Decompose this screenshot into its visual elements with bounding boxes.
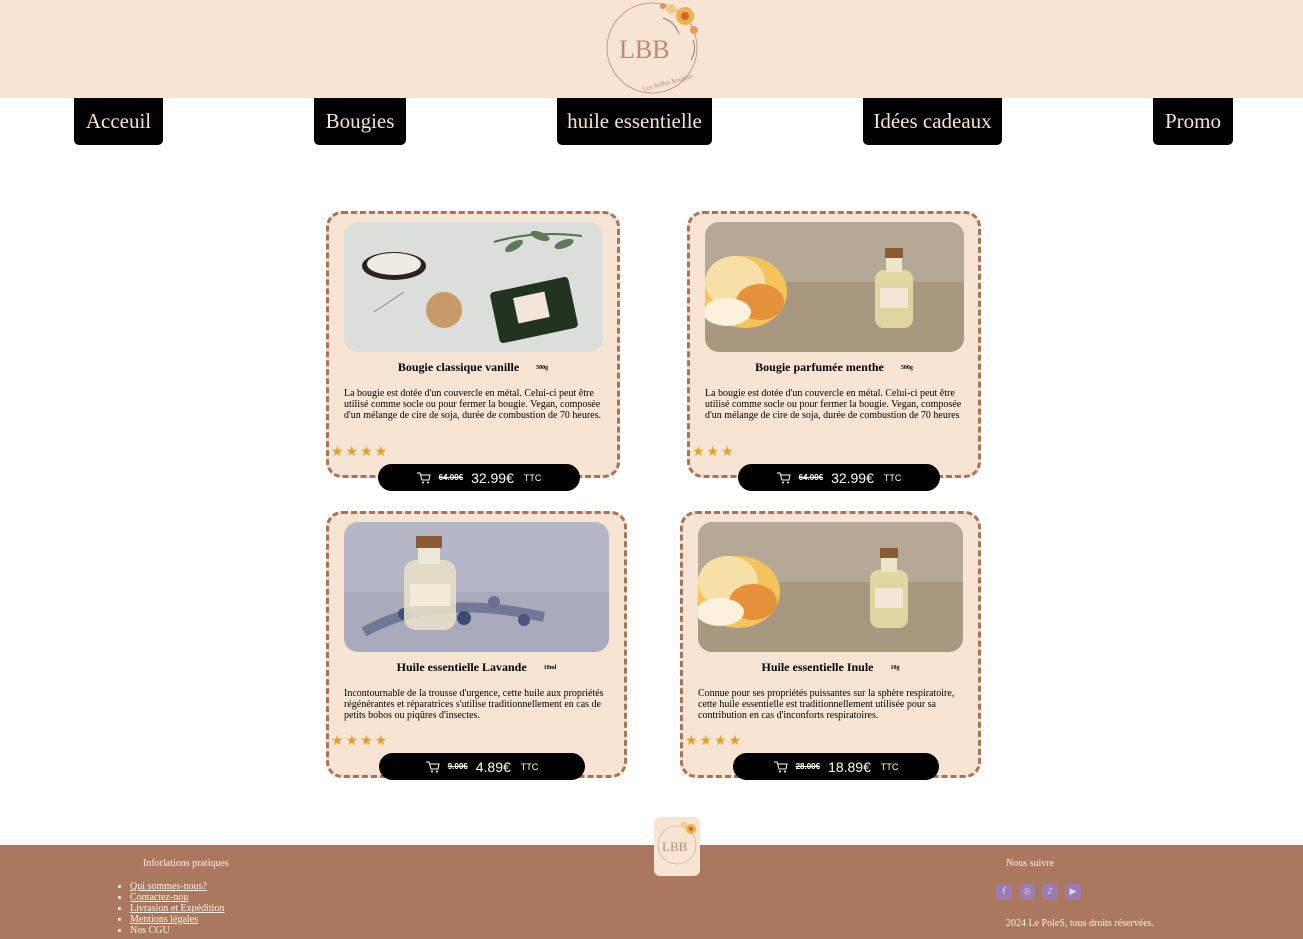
footer-link-cgu[interactable]: Nos CGU <box>130 925 170 936</box>
add-to-cart-button[interactable]: 64.00€ 32.99€ TTC <box>378 464 580 491</box>
product-title-row: Huile essentielle Inule 10g <box>683 660 978 675</box>
product-weight: 10g <box>890 665 900 672</box>
old-price: 64.00€ <box>798 473 824 482</box>
product-card: Huile essentielle Lavande 10ml Incontour… <box>326 511 627 780</box>
nav-idees-cadeaux[interactable]: Idées cadeaux <box>863 98 1002 145</box>
nav-promo[interactable]: Promo <box>1153 98 1233 145</box>
footer-link-item: Nos CGU <box>130 925 224 936</box>
tiktok-icon[interactable]: ♪ <box>1042 884 1058 900</box>
cart-icon <box>416 472 431 483</box>
footer-links: Qui sommes-nous? Contactez-nou Livrasion… <box>130 881 224 936</box>
product-description: Incontournable de la trousse d'urgence, … <box>344 688 604 721</box>
add-to-cart-button[interactable]: 9.00€ 4.89€ TTC <box>379 753 585 780</box>
old-price: 9.00€ <box>447 762 468 771</box>
cart-icon <box>776 472 791 483</box>
product-title: Bougie parfumée menthe <box>755 360 884 374</box>
footer-link-item: Mentions légales <box>130 914 224 925</box>
footer-link-item: Qui sommes-nous? <box>130 881 224 892</box>
product-image-lavender[interactable] <box>344 522 609 652</box>
product-weight: 500g <box>536 365 549 372</box>
nav-acceuil[interactable]: Acceuil <box>74 98 163 145</box>
add-to-cart-button[interactable]: 28.00€ 18.89€ TTC <box>733 753 939 780</box>
current-price: 18.89€ <box>828 758 871 775</box>
product-title: Huile essentielle Lavande <box>396 660 527 674</box>
footer-logo[interactable]: LBB <box>654 817 700 876</box>
current-price: 4.89€ <box>475 758 511 775</box>
nav-bougies[interactable]: Bougies <box>314 98 406 145</box>
cart-icon <box>773 761 788 772</box>
product-weight: 10ml <box>543 665 557 672</box>
tax-label: TTC <box>523 472 542 483</box>
product-weight: 500g <box>900 365 913 372</box>
tax-label: TTC <box>880 761 899 772</box>
product-description: La bougie est dotée d'un couvercle en mé… <box>344 388 601 421</box>
copyright-text: 2024 Le PoleS, tous droits réservées. <box>1006 918 1155 929</box>
product-card: Bougie classique vanille 500g La bougie … <box>326 211 620 491</box>
tax-label: TTC <box>883 472 902 483</box>
current-price: 32.99€ <box>471 469 514 486</box>
footer-link-legal[interactable]: Mentions légales <box>130 914 198 925</box>
product-card: Huile essentielle Inule 10g Connue pour … <box>680 511 981 780</box>
instagram-icon[interactable]: ◎ <box>1019 884 1035 900</box>
old-price: 28.00€ <box>795 762 821 771</box>
tax-label: TTC <box>520 761 539 772</box>
product-image-candle[interactable] <box>344 222 603 352</box>
footer-follow-title: Nous suivre <box>1006 858 1055 869</box>
product-image-oil[interactable] <box>705 222 964 352</box>
site-header: LBB Les belles bougies <box>0 0 1303 98</box>
logo-letters: LBB <box>619 35 670 64</box>
nav-huile-essentielle[interactable]: huile essentielle <box>557 98 712 145</box>
product-description: La bougie est dotée d'un couvercle en mé… <box>705 388 962 421</box>
product-description: Connue pour ses propriétés puissantes su… <box>698 688 955 721</box>
footer-link-contact[interactable]: Contactez-nou <box>130 892 188 903</box>
footer-link-item: Livrasion et Expédition <box>130 903 224 914</box>
brand-logo[interactable]: LBB Les belles bougies <box>605 0 701 96</box>
product-image-oil[interactable] <box>698 522 963 652</box>
footer-info-title: Inforlations pratiques <box>143 858 229 869</box>
old-price: 64.00€ <box>438 473 464 482</box>
footer-logo-letters: LBB <box>662 839 688 854</box>
product-title-row: Bougie classique vanille 500g <box>329 360 617 375</box>
rating-stars: ★★★★ <box>331 733 390 749</box>
add-to-cart-button[interactable]: 64.00€ 32.99€ TTC <box>738 464 940 491</box>
product-title: Bougie classique vanille <box>397 360 520 374</box>
cart-icon <box>425 761 440 772</box>
product-title-row: Huile essentielle Lavande 10ml <box>329 660 624 675</box>
product-card: Bougie parfumée menthe 500g La bougie es… <box>687 211 981 491</box>
footer-link-about[interactable]: Qui sommes-nous? <box>130 881 207 892</box>
footer-link-item: Contactez-nou <box>130 892 224 903</box>
youtube-icon[interactable]: ▶ <box>1065 884 1081 900</box>
product-title: Huile essentielle Inule <box>761 660 874 674</box>
rating-stars: ★★★★ <box>685 733 744 749</box>
rating-stars: ★★★★ <box>331 444 390 460</box>
current-price: 32.99€ <box>831 469 874 486</box>
facebook-icon[interactable]: f <box>996 884 1012 900</box>
rating-stars: ★★★ <box>692 444 736 460</box>
footer-link-shipping[interactable]: Livrasion et Expédition <box>130 903 224 914</box>
product-title-row: Bougie parfumée menthe 500g <box>690 360 978 375</box>
site-footer: Inforlations pratiques Qui sommes-nous? … <box>0 845 1303 939</box>
social-links: f ◎ ♪ ▶ <box>996 884 1081 900</box>
